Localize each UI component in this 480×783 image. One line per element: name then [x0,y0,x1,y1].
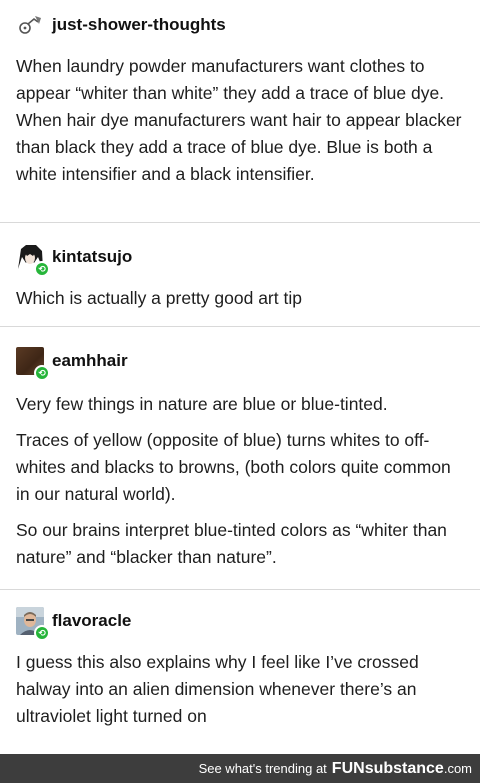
post-paragraph: When laundry powder manufacturers want c… [16,56,462,184]
watermark-footer: See what's trending at FUN substance .com [0,754,480,783]
post-paragraph: I guess this also explains why I feel li… [16,652,419,726]
footer-text: See what's trending at [198,761,327,776]
avatar[interactable]: ⟲ [16,347,50,381]
brand-sub: substance [364,759,444,777]
post-body: Very few things in nature are blue or bl… [16,391,464,571]
post-body: I guess this also explains why I feel li… [16,649,464,730]
post-just-shower-thoughts: just-shower-thoughts When laundry powder… [0,0,480,222]
brand-fun: FUN [331,759,365,777]
post-header: ⟲ kintatsujo [16,243,464,277]
gramophone-icon [16,11,44,39]
reblog-icon: ⟲ [34,365,50,381]
post-eamhhair: ⟲ eamhhair Very few things in nature are… [0,326,480,589]
post-paragraph: So our brains interpret blue-tinted colo… [16,520,447,567]
post-header: just-shower-thoughts [16,10,464,40]
post-paragraph: Traces of yellow (opposite of blue) turn… [16,430,451,504]
avatar[interactable]: ⟲ [16,607,50,641]
post-body: When laundry powder manufacturers want c… [16,53,464,188]
username[interactable]: just-shower-thoughts [52,15,226,35]
post-paragraph: Which is actually a pretty good art tip [16,288,302,308]
post-paragraph: Very few things in nature are blue or bl… [16,394,388,414]
post-header: ⟲ eamhhair [16,347,464,381]
avatar[interactable]: ⟲ [16,243,50,277]
post-kintatsujo: ⟲ kintatsujo Which is actually a pretty … [0,222,480,326]
reblog-icon: ⟲ [34,261,50,277]
post-body: Which is actually a pretty good art tip [16,285,464,312]
username[interactable]: kintatsujo [52,247,132,267]
reblog-icon: ⟲ [34,625,50,641]
brand-tld: .com [443,761,472,776]
avatar[interactable] [16,11,44,39]
post-flavoracle: ⟲ flavoracle I guess this also explains … [0,589,480,759]
username[interactable]: eamhhair [52,351,128,371]
username[interactable]: flavoracle [52,611,131,631]
post-header: ⟲ flavoracle [16,607,464,641]
